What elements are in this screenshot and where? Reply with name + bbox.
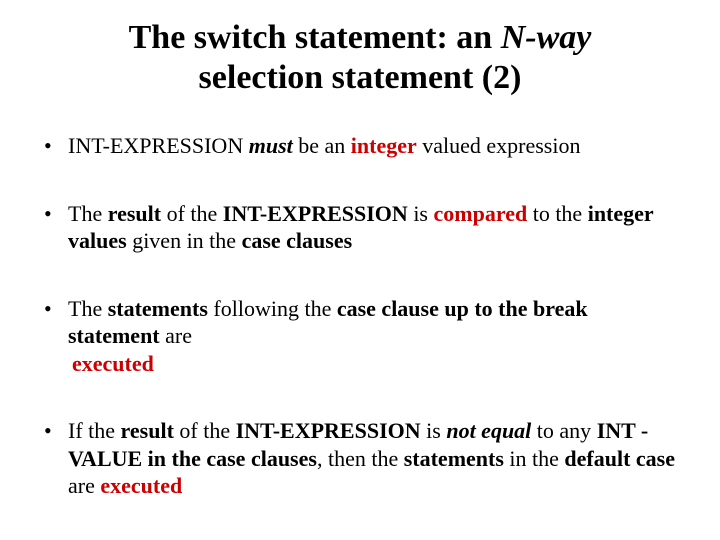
bullet-1: INT-EXPRESSION must be an integer valued… <box>40 132 680 160</box>
b2-compared: compared <box>434 201 528 226</box>
b3-executed: executed <box>68 350 680 378</box>
b2-text-1: The <box>68 201 108 226</box>
b3-statements: statements <box>108 296 208 321</box>
b3-text-3: are <box>160 323 192 348</box>
title-italic: N-way <box>501 19 592 56</box>
b2-case: case clauses <box>242 228 353 253</box>
b1-integer: integer <box>351 133 417 158</box>
b1-text-3: valued expression <box>417 133 581 158</box>
bullet-4: If the result of the INT-EXPRESSION is n… <box>40 417 680 500</box>
b2-text-3: is <box>408 201 434 226</box>
b4-statements: statements <box>404 446 504 471</box>
b4-text-2: of the <box>174 418 236 443</box>
title-part-1: The switch statement: an <box>129 19 501 56</box>
b1-must: must <box>249 133 293 158</box>
b3-text-2: following the <box>208 296 337 321</box>
b2-intexpr: INT-EXPRESSION <box>223 201 408 226</box>
b2-result: result <box>108 201 161 226</box>
b1-text-2: be an <box>293 133 351 158</box>
b4-text-4: to any <box>531 418 596 443</box>
b4-intexpr: INT-EXPRESSION <box>236 418 421 443</box>
b4-notequal: not equal <box>446 418 531 443</box>
b2-text-2: of the <box>161 201 223 226</box>
bullet-2: The result of the INT-EXPRESSION is comp… <box>40 200 680 255</box>
b1-text-1: INT-EXPRESSION <box>68 133 249 158</box>
bullet-list: INT-EXPRESSION must be an integer valued… <box>40 132 680 500</box>
b3-text-1: The <box>68 296 108 321</box>
b2-text-4: to the <box>527 201 588 226</box>
b4-result: result <box>121 418 174 443</box>
b4-defaultcase: default case <box>564 446 675 471</box>
b4-text-5: , then the <box>317 446 404 471</box>
slide-title: The switch statement: an N-way selection… <box>40 18 680 98</box>
b4-executed: executed <box>100 473 182 498</box>
b2-text-5: given in the <box>127 228 242 253</box>
slide: The switch statement: an N-way selection… <box>0 0 720 540</box>
b4-text-3: is <box>421 418 447 443</box>
title-part-3: selection statement (2) <box>199 59 522 96</box>
b4-text-7: are <box>68 473 100 498</box>
bullet-3: The statements following the case clause… <box>40 295 680 378</box>
b4-text-1: If the <box>68 418 121 443</box>
b4-text-6: in the <box>504 446 565 471</box>
